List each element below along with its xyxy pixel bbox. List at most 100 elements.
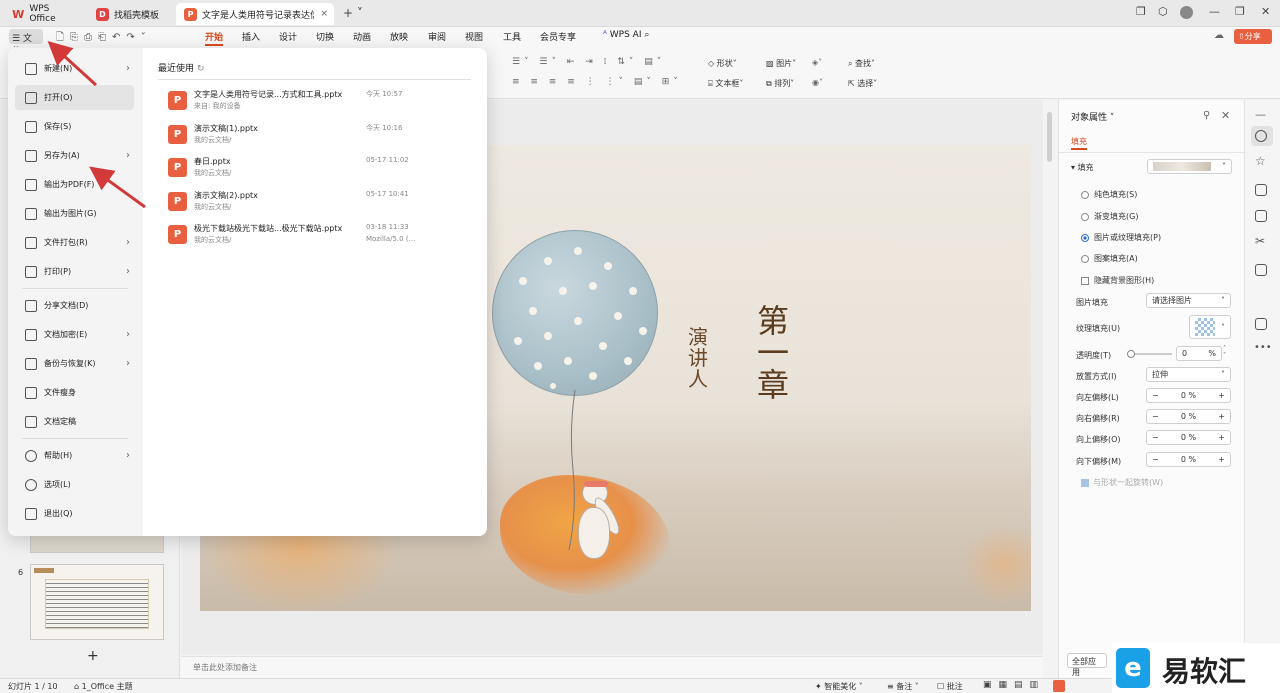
recent-file-item[interactable]: P 文字是人类用符号记录...方式和工具.pptx 来自: 我的设备 今天 10:57 — [158, 89, 478, 121]
select-button[interactable]: ⇱ 选择˅ — [848, 78, 877, 89]
file-menu-item-new[interactable]: 新建(N) › — [15, 56, 134, 81]
tools-icon[interactable]: ✂ — [1255, 234, 1265, 248]
close-panel-icon[interactable]: ✕ — [1221, 109, 1230, 122]
picture-button[interactable]: ▨ 图片˅ — [766, 58, 796, 69]
cloud-icon[interactable]: ☁ — [1214, 30, 1224, 41]
file-menu-item-encrypt[interactable]: 文档加密(E) › — [15, 322, 134, 347]
transparency-stepper[interactable]: ˄ ˅ — [1223, 345, 1226, 359]
transparency-slider[interactable] — [1127, 350, 1172, 358]
file-menu-item-share[interactable]: 分享文档(D) — [15, 293, 134, 318]
more-icon[interactable]: ••• — [1254, 342, 1272, 353]
plus-icon[interactable]: + — [1218, 412, 1225, 421]
transparency-input[interactable]: 0% — [1176, 346, 1222, 361]
minus-icon[interactable]: − — [1152, 391, 1159, 400]
offset-left-stepper[interactable]: − 0 % + — [1146, 388, 1231, 403]
share-button[interactable]: ⇧分享 — [1234, 29, 1272, 44]
shape-button[interactable]: ◇ 形状˅ — [708, 58, 737, 69]
close-tab-icon[interactable]: × — [320, 9, 328, 19]
tab-transition[interactable]: 切换 — [316, 30, 334, 43]
file-menu-item-help[interactable]: 帮助(H) › — [15, 443, 134, 468]
recent-file-item[interactable]: P 春日.pptx 我的云文档/05-17 11:02 — [158, 156, 478, 188]
restore-icon[interactable]: ❐ — [1235, 5, 1245, 18]
texture-fill-dropdown[interactable]: ˅ — [1189, 315, 1231, 339]
tab-design[interactable]: 设计 — [279, 30, 297, 43]
textbox-button[interactable]: ⌸ 文本框˅ — [708, 78, 743, 89]
fill-color-icon[interactable]: ◈˅ — [812, 58, 822, 67]
fill-option-picture[interactable]: 图片或纹理填充(P) — [1081, 232, 1161, 243]
file-menu-item-save-as[interactable]: 另存为(A) › — [15, 143, 134, 168]
close-window-icon[interactable]: ✕ — [1261, 5, 1270, 18]
collapse-icon[interactable]: — — [1255, 108, 1266, 121]
fill-option-gradient[interactable]: 渐变填充(G) — [1081, 211, 1138, 222]
file-menu-item-export-image[interactable]: 输出为图片(G) — [15, 201, 134, 226]
placement-dropdown[interactable]: 拉伸 ˅ — [1146, 367, 1231, 382]
avatar[interactable] — [1180, 6, 1193, 19]
tab-tools[interactable]: 工具 — [503, 30, 521, 43]
vertical-scrollbar[interactable] — [1047, 112, 1052, 162]
plus-icon[interactable]: + — [1218, 455, 1225, 464]
search-icon[interactable]: ⌕ — [644, 30, 649, 40]
offset-down-stepper[interactable]: − 0 % + — [1146, 452, 1231, 467]
properties-icon[interactable] — [1255, 130, 1267, 142]
find-button[interactable]: ⌕ 查找˅ — [848, 58, 875, 69]
offset-up-stepper[interactable]: − 0 % + — [1146, 430, 1231, 445]
tab-animation[interactable]: 动画 — [353, 30, 371, 43]
tab-wps-office[interactable]: W WPS Office — [4, 3, 84, 25]
tab-template[interactable]: D 找稻壳模板 — [88, 3, 173, 25]
tab-home[interactable]: 开始 — [205, 30, 224, 46]
file-menu-item-pack[interactable]: 文件打包(R) › — [15, 230, 134, 255]
rotate-with-shape-checkbox[interactable]: 与形状一起旋转(W) — [1081, 477, 1163, 488]
slide-thumbnail-6[interactable] — [30, 564, 164, 640]
fill-section-header[interactable]: ▾ 填充 — [1071, 162, 1094, 173]
slide-title[interactable]: 第一章 — [757, 305, 793, 401]
tab-document[interactable]: P 文字是人类用符号记录表达信息以 × — [176, 3, 334, 25]
minus-icon[interactable]: − — [1152, 455, 1159, 464]
tab-view[interactable]: 视图 — [465, 30, 483, 43]
window-layout-icon[interactable]: ❐ — [1136, 5, 1146, 18]
tab-fill[interactable]: 填充 — [1071, 136, 1087, 150]
settings-icon[interactable] — [1255, 318, 1267, 330]
minimize-icon[interactable]: — — [1209, 5, 1220, 18]
panel-title[interactable]: 对象属性 ˅ — [1071, 110, 1114, 123]
file-menu-item-options[interactable]: 选项(L) — [15, 472, 134, 497]
tab-insert[interactable]: 插入 — [242, 30, 260, 43]
notes-button[interactable]: ≡ 备注 ˅ — [887, 681, 919, 692]
animation-icon[interactable] — [1255, 264, 1267, 276]
view-mode-icons[interactable]: ▣▦▤▥ — [983, 680, 1045, 690]
new-tab-icon[interactable]: + ˅ — [343, 6, 363, 20]
fill-option-solid[interactable]: 纯色填充(S) — [1081, 189, 1137, 200]
add-slide-button[interactable]: + — [87, 648, 99, 664]
quick-access-icons[interactable]: 🗋⎘⎙⎗↶↷˅ — [56, 30, 152, 47]
design-icon[interactable] — [1255, 210, 1267, 222]
speaker-text[interactable]: 演讲人 — [688, 327, 710, 390]
tab-review[interactable]: 审阅 — [428, 30, 446, 43]
arrange-button[interactable]: ⧉ 排列˅ — [766, 78, 794, 89]
plus-icon[interactable]: + — [1218, 391, 1225, 400]
picture-fill-dropdown[interactable]: 请选择图片 ˅ — [1146, 293, 1231, 308]
recent-file-item[interactable]: P 演示文稿(2).pptx 我的云文档/05-17 10:41 — [158, 190, 478, 222]
notes-pane[interactable]: 单击此处添加备注 — [181, 656, 1043, 678]
fill-option-pattern[interactable]: 图案填充(A) — [1081, 253, 1138, 264]
file-menu-item-exit[interactable]: 退出(Q) — [15, 501, 134, 526]
file-menu-button[interactable]: ☰ 文件 — [9, 29, 43, 57]
comment-button[interactable]: ☐ 批注 — [937, 681, 963, 692]
minus-icon[interactable]: − — [1152, 433, 1159, 442]
star-icon[interactable]: ☆ — [1255, 154, 1266, 168]
plus-icon[interactable]: + — [1218, 433, 1225, 442]
file-menu-item-save[interactable]: 保存(S) — [15, 114, 134, 139]
file-menu-item-finalize[interactable]: 文档定稿 — [15, 409, 134, 434]
offset-right-stepper[interactable]: − 0 % + — [1146, 409, 1231, 424]
smart-beautify-button[interactable]: ✦ 智能美化 ˅ — [815, 681, 863, 692]
slider-handle[interactable] — [1127, 350, 1135, 358]
align-tools[interactable]: ≡ ≡ ≡ ≡ ⋮ ⋮˅ ▤˅ ⊞˅ — [512, 77, 682, 87]
outline-color-icon[interactable]: ◉˅ — [812, 78, 823, 87]
tab-member[interactable]: 会员专享 — [540, 30, 576, 43]
wps-ai-button[interactable]: ᴬ WPS AI ⌕ — [603, 30, 649, 40]
slideshow-icon[interactable] — [1053, 680, 1065, 692]
tab-slideshow[interactable]: 放映 — [390, 30, 408, 43]
recent-file-item[interactable]: P 演示文稿(1).pptx 我的云文档/今天 10:16 — [158, 123, 478, 155]
cube-icon[interactable]: ⬡ — [1158, 5, 1168, 18]
file-menu-item-slim[interactable]: 文件瘦身 — [15, 380, 134, 405]
file-menu-item-print[interactable]: 打印(P) › — [15, 259, 134, 284]
refresh-icon[interactable]: ↻ — [197, 64, 205, 74]
